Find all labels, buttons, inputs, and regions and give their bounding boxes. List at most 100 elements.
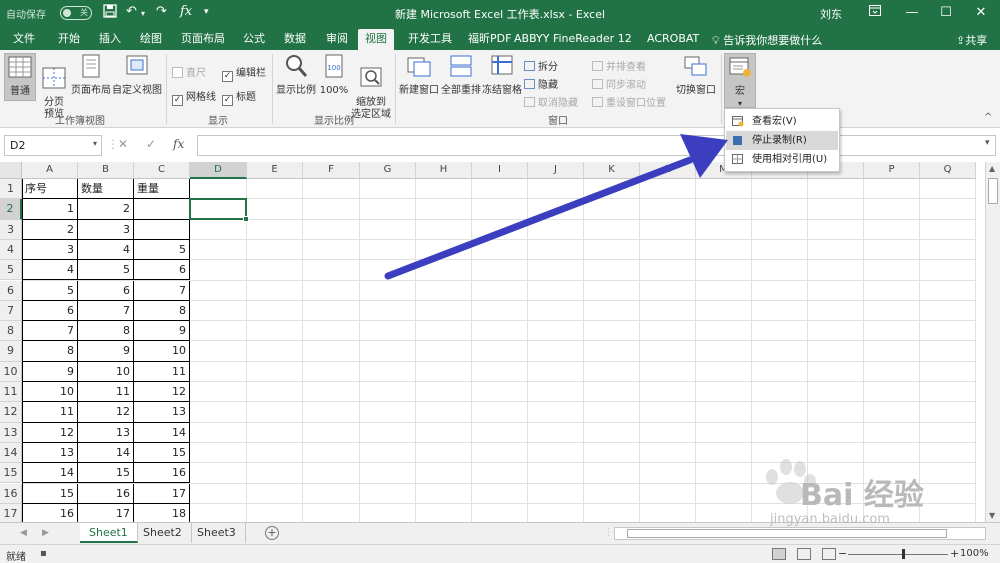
tell-me-search[interactable]: 💡︎ 告诉我你想要做什么 [712, 32, 822, 48]
vertical-scroll-thumb[interactable] [988, 178, 998, 204]
table-cell[interactable]: 2 [22, 219, 78, 240]
normal-view-button[interactable]: 普通 [4, 53, 36, 101]
maximize-icon[interactable]: ☐ [935, 3, 957, 23]
row-header-15[interactable]: 15 [0, 463, 22, 484]
column-header-f[interactable]: F [303, 162, 360, 179]
column-header-l[interactable]: L [640, 162, 696, 179]
add-sheet-button[interactable]: + [265, 526, 279, 540]
table-cell[interactable]: 6 [22, 300, 78, 322]
freeze-panes-button[interactable]: 冻结窗格 [482, 53, 522, 101]
zoom-100-button[interactable]: 100 100% [318, 53, 350, 101]
zoom-button[interactable]: 显示比例 [276, 53, 316, 101]
table-cell[interactable]: 11 [78, 382, 134, 403]
table-cell[interactable]: 10 [22, 382, 78, 403]
tab-draw[interactable]: 绘图 [133, 29, 169, 50]
zoom-slider[interactable] [848, 554, 948, 555]
formula-bar-checkbox[interactable]: ✓ 编辑栏 [222, 64, 266, 82]
insert-function-button[interactable]: fx [173, 137, 184, 151]
sync-scroll-button[interactable]: 同步滚动 [592, 76, 646, 91]
column-header-d[interactable]: D [190, 162, 247, 179]
page-layout-view-button[interactable]: 页面布局 [70, 53, 112, 101]
macro-recording-icon[interactable]: ▪ [40, 548, 47, 559]
column-header-q[interactable]: Q [920, 162, 976, 179]
row-header-4[interactable]: 4 [0, 239, 22, 261]
table-cell[interactable]: 16 [22, 503, 78, 522]
row-header-16[interactable]: 16 [0, 483, 22, 504]
horizontal-scrollbar[interactable] [614, 527, 986, 540]
tab-home[interactable]: 开始 [51, 29, 87, 50]
table-cell[interactable]: 11 [134, 361, 190, 382]
row-header-17[interactable]: 17 [0, 503, 22, 522]
table-cell[interactable]: 13 [134, 402, 190, 423]
sheet-next-icon[interactable]: ▶ [42, 528, 49, 538]
insert-function-icon[interactable]: fx [180, 4, 192, 19]
sheet-tab-sheet1[interactable]: Sheet1 [80, 523, 138, 543]
tab-acrobat[interactable]: ACROBAT [640, 29, 706, 50]
page-break-preview-button[interactable]: 分页 预览 [38, 53, 70, 120]
table-cell[interactable]: 7 [78, 300, 134, 322]
row-header-2[interactable]: 2 [0, 199, 22, 220]
table-header-cell[interactable]: 数量 [78, 179, 134, 200]
customize-qat-icon[interactable]: ▾ [204, 7, 209, 17]
table-cell[interactable]: 9 [134, 321, 190, 342]
close-icon[interactable]: ✕ [970, 3, 992, 23]
collapse-ribbon-icon[interactable]: ^ [984, 112, 992, 123]
row-header-11[interactable]: 11 [0, 382, 22, 403]
normal-view-status-icon[interactable] [772, 548, 786, 560]
row-header-6[interactable]: 6 [0, 280, 22, 301]
row-header-14[interactable]: 14 [0, 442, 22, 464]
tab-page-layout[interactable]: 页面布局 [174, 29, 232, 50]
row-header-10[interactable]: 10 [0, 361, 22, 382]
hide-button[interactable]: 隐藏 [524, 76, 558, 91]
table-cell[interactable]: 1 [22, 199, 78, 220]
switch-windows-button[interactable]: 切换窗口 [674, 53, 718, 101]
tab-review[interactable]: 审阅 [319, 29, 355, 50]
column-header-g[interactable]: G [360, 162, 416, 179]
table-cell[interactable]: 10 [134, 341, 190, 362]
table-cell[interactable]: 5 [78, 260, 134, 281]
vertical-scrollbar[interactable]: ▲ ▼ [985, 162, 1000, 522]
macros-button[interactable]: 宏 ▾ [724, 53, 756, 108]
column-header-p[interactable]: P [864, 162, 920, 179]
active-cell-selection[interactable] [189, 198, 249, 222]
sheet-tab-sheet3[interactable]: Sheet3 [188, 523, 246, 543]
table-cell[interactable]: 12 [134, 382, 190, 403]
undo-dropdown-icon[interactable]: ▾ [141, 9, 145, 18]
table-cell[interactable]: 5 [22, 280, 78, 301]
scroll-down-icon[interactable]: ▼ [989, 511, 995, 520]
table-cell[interactable]: 15 [22, 483, 78, 504]
row-header-1[interactable]: 1 [0, 179, 22, 200]
undo-icon[interactable]: ↶ [126, 4, 137, 19]
gridlines-checkbox[interactable]: ✓ 网格线 [172, 88, 216, 106]
column-header-c[interactable]: C [134, 162, 190, 179]
table-cell[interactable]: 16 [134, 463, 190, 484]
horizontal-scroll-thumb[interactable] [627, 529, 947, 538]
reset-window-position-button[interactable]: 重设窗口位置 [592, 94, 666, 109]
zoom-slider-knob[interactable] [902, 549, 905, 559]
table-cell[interactable]: 4 [78, 239, 134, 261]
column-header-k[interactable]: K [584, 162, 640, 179]
tab-formulas[interactable]: 公式 [236, 29, 272, 50]
table-cell[interactable]: 3 [22, 239, 78, 261]
name-box-dropdown-icon[interactable]: ▾ [93, 139, 97, 148]
row-header-3[interactable]: 3 [0, 219, 22, 240]
headings-checkbox[interactable]: ✓ 标题 [222, 88, 256, 106]
column-header-i[interactable]: I [472, 162, 528, 179]
table-cell[interactable] [134, 199, 190, 220]
tab-file[interactable]: 文件 [6, 29, 42, 50]
table-header-cell[interactable]: 重量 [134, 179, 190, 200]
table-header-cell[interactable]: 序号 [22, 179, 78, 200]
scroll-up-icon[interactable]: ▲ [989, 164, 995, 173]
table-cell[interactable]: 7 [22, 321, 78, 342]
column-header-a[interactable]: A [22, 162, 78, 179]
table-cell[interactable]: 14 [78, 442, 134, 464]
view-side-by-side-button[interactable]: 并排查看 [592, 58, 646, 73]
row-header-8[interactable]: 8 [0, 321, 22, 342]
table-cell[interactable]: 15 [78, 463, 134, 484]
tab-data[interactable]: 数据 [277, 29, 313, 50]
enter-icon[interactable]: ✓ [146, 137, 156, 151]
autosave-toggle[interactable]: 关 [60, 6, 92, 20]
zoom-to-selection-button[interactable]: 缩放到 选定区域 [350, 53, 392, 120]
table-cell[interactable]: 17 [134, 483, 190, 504]
custom-views-button[interactable]: 自定义视图 [112, 53, 162, 101]
